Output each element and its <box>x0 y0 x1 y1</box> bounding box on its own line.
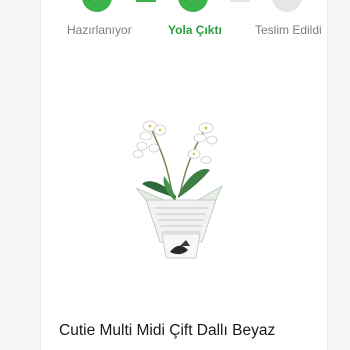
product-image[interactable] <box>124 104 234 264</box>
step-yola-cikti-circle <box>178 0 208 12</box>
check-icon <box>190 0 192 1</box>
step-connector-1 <box>136 0 156 2</box>
orchid-plant-icon <box>132 120 223 259</box>
product-title[interactable]: Cutie Multi Midi Çift Dallı Beyaz <box>59 322 275 340</box>
check-icon <box>94 0 96 1</box>
step-label-hazirlaniyor: Hazırlanıyor <box>67 23 132 37</box>
step-hazirlaniyor-circle <box>82 0 112 12</box>
step-teslim-edildi-circle <box>272 0 302 12</box>
step-label-yola-cikti: Yola Çıktı <box>168 23 222 37</box>
step-label-teslim-edildi: Teslim Edildi <box>255 23 322 37</box>
step-connector-2 <box>230 0 250 2</box>
order-status-tracker: Hazırlanıyor Yola Çıktı Teslim Edildi <box>0 0 350 50</box>
